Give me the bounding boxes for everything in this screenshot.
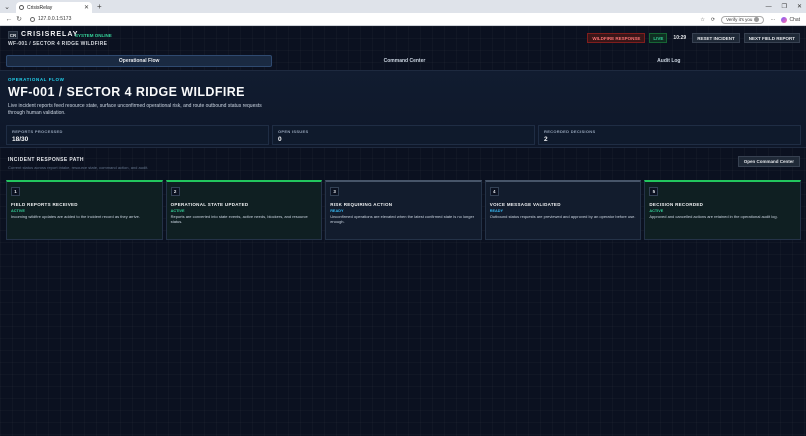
verify-button[interactable]: Verify it's you — [721, 15, 765, 24]
step-number: 4 — [489, 187, 499, 196]
browser-tab-title: CrisisRelay — [27, 4, 53, 11]
tab-command-center[interactable]: Command Center — [272, 55, 536, 67]
chat-button[interactable]: Chat — [781, 16, 800, 23]
site-info-icon[interactable] — [30, 16, 35, 22]
stat-reports-processed: REPORTS PROCESSED 18/30 — [6, 125, 269, 145]
clock: 10:29 — [673, 35, 687, 41]
hero-description: Live incident reports feed resource stat… — [8, 103, 262, 116]
brand-name: CRISISRELAY — [21, 31, 79, 38]
tab-audit-log[interactable]: Audit Log — [537, 55, 801, 67]
step-card: 2 OPERATIONAL STATE UPDATED ACTIVE Repor… — [165, 180, 323, 240]
back-icon[interactable]: ← — [4, 16, 14, 23]
profile-avatar-icon — [754, 17, 760, 22]
step-number: 1 — [11, 187, 20, 196]
step-status: ACTIVE — [649, 209, 664, 213]
step-card: 4 VOICE MESSAGE VALIDATED READY Outbound… — [484, 180, 642, 240]
step-title: DECISION RECORDED — [649, 202, 704, 207]
new-tab-icon[interactable]: + — [97, 2, 102, 11]
hero-label: OPERATIONAL FLOW — [8, 77, 65, 82]
step-title: FIELD REPORTS RECEIVED — [11, 202, 78, 207]
address-bar: ← ↻ 127.0.0.1:5173 ☆ ⟳ Verify it's you ⋯… — [0, 13, 806, 26]
step-title: OPERATIONAL STATE UPDATED — [170, 202, 249, 207]
header-actions: WILDFIRE RESPONSE LIVE 10:29 RESET INCID… — [587, 33, 800, 43]
sync-icon[interactable]: ⟳ — [711, 17, 715, 23]
tab-operational-flow[interactable]: Operational Flow — [6, 55, 273, 67]
stat-value: 2 — [544, 136, 548, 143]
step-title: VOICE MESSAGE VALIDATED — [489, 202, 561, 207]
browser-tabbar: ⌄ CrisisRelay ✕ + — ❐ ✕ — [0, 0, 806, 13]
url-field[interactable]: 127.0.0.1:5173 — [30, 16, 71, 22]
step-card: 3 RISK REQUIRING ACTION READY Unconfirme… — [325, 180, 482, 240]
url-text: 127.0.0.1:5173 — [38, 16, 72, 22]
chat-icon — [781, 16, 788, 23]
stat-label: OPEN ISSUES — [278, 129, 309, 134]
step-card: 1 FIELD REPORTS RECEIVED ACTIVE Incoming… — [6, 180, 163, 240]
close-tab-icon[interactable]: ✕ — [84, 4, 89, 11]
step-status: ACTIVE — [11, 209, 25, 213]
step-card: 5 DECISION RECORDED ACTIVE Approved and … — [644, 180, 801, 240]
step-description: Unconfirmed operations are elevated when… — [330, 214, 475, 224]
page-title: WF-001 / SECTOR 4 RIDGE WILDFIRE — [8, 85, 245, 99]
minimize-icon[interactable]: — — [766, 4, 772, 10]
step-number: 3 — [330, 187, 340, 196]
reload-icon[interactable]: ↻ — [14, 15, 24, 23]
steps-row: 1 FIELD REPORTS RECEIVED ACTIVE Incoming… — [6, 180, 801, 240]
stat-recorded-decisions: RECORDED DECISIONS 2 — [538, 125, 801, 145]
stat-value: 18/30 — [12, 136, 29, 143]
tab-list-icon[interactable]: ⌄ — [2, 2, 12, 12]
stat-value: 0 — [278, 136, 282, 143]
bookmark-star-icon[interactable]: ☆ — [700, 17, 704, 23]
next-field-report-button[interactable]: NEXT FIELD REPORT — [743, 33, 800, 43]
step-description: Approved and cancelled actions are retai… — [649, 214, 778, 219]
verify-label: Verify it's you — [726, 17, 753, 22]
step-number: 5 — [649, 187, 659, 196]
menu-dots-icon[interactable]: ⋯ — [770, 17, 775, 23]
hero-panel: OPERATIONAL FLOW WF-001 / SECTOR 4 RIDGE… — [0, 70, 806, 148]
step-description: Outbound status requests are previewed a… — [489, 214, 636, 219]
app-root: CR CRISISRELAY SYSTEM ONLINE WF-001 / SE… — [0, 26, 806, 436]
incident-id: WF-001 / SECTOR 4 RIDGE WILDFIRE — [8, 41, 108, 47]
chat-label: Chat — [789, 16, 800, 23]
address-bar-actions: ☆ ⟳ Verify it's you ⋯ Chat — [700, 13, 800, 26]
stat-open-issues: OPEN ISSUES 0 — [272, 125, 535, 145]
app-header: CR CRISISRELAY SYSTEM ONLINE WF-001 / SE… — [0, 26, 806, 51]
restore-icon[interactable]: ❐ — [782, 3, 787, 10]
section-subtitle: Current status across report intake, res… — [8, 165, 149, 170]
live-badge: LIVE — [649, 33, 668, 43]
browser-tab[interactable]: CrisisRelay ✕ — [16, 2, 92, 13]
stat-label: RECORDED DECISIONS — [544, 129, 596, 134]
app-tabs: Operational Flow Command Center Audit Lo… — [6, 55, 801, 67]
reset-incident-button[interactable]: RESET INCIDENT — [692, 33, 740, 43]
step-title: RISK REQUIRING ACTION — [330, 202, 393, 207]
section-title: INCIDENT RESPONSE PATH — [8, 157, 84, 163]
logo: CR — [8, 31, 18, 39]
step-status: READY — [330, 209, 344, 213]
window-controls: — ❐ ✕ — [766, 0, 802, 13]
step-description: Reports are converted into state events,… — [170, 214, 308, 224]
stats-row: REPORTS PROCESSED 18/30 OPEN ISSUES 0 RE… — [6, 125, 801, 145]
favicon-icon — [19, 5, 24, 10]
open-command-center-button[interactable]: Open Command Center — [737, 156, 800, 167]
step-status: READY — [489, 209, 504, 213]
step-description: Incoming wildfire updates are added to t… — [11, 214, 140, 219]
step-number: 2 — [170, 187, 180, 196]
system-status: SYSTEM ONLINE — [75, 33, 112, 38]
stat-label: REPORTS PROCESSED — [12, 129, 63, 134]
mode-badge: WILDFIRE RESPONSE — [587, 33, 646, 43]
step-status: ACTIVE — [170, 209, 185, 213]
close-window-icon[interactable]: ✕ — [797, 3, 802, 10]
